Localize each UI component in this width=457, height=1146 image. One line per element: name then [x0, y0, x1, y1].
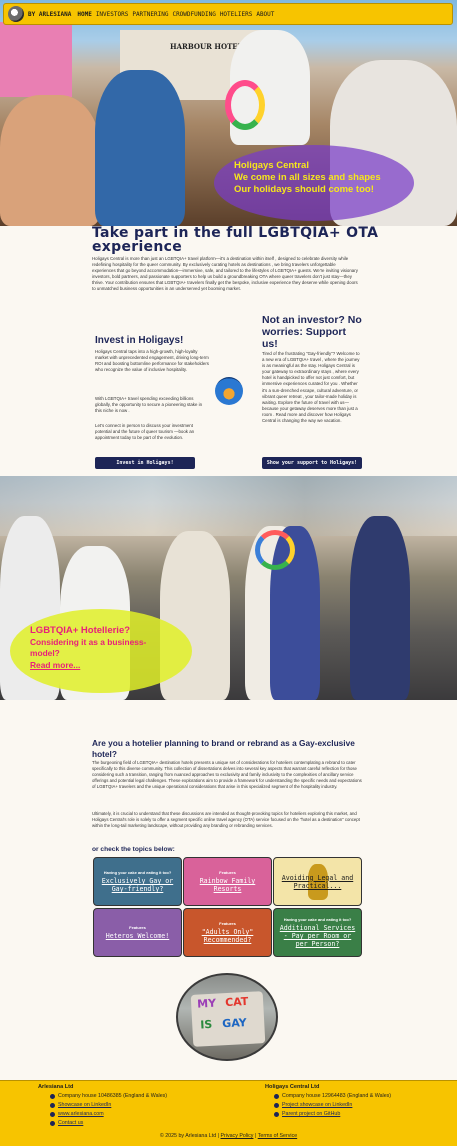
nav-item-crowdfunding[interactable]: CROWDFUNDING	[172, 11, 215, 18]
footer-github-link[interactable]: Parent project on GitHub	[274, 1111, 340, 1117]
hotelier-paragraph-1: The burgeoning field of LGBTQIA+ destina…	[92, 760, 362, 789]
topic-card-additional-services[interactable]: Having your cake and eating it too? Addi…	[273, 908, 362, 957]
topic-card-legal[interactable]: Avoiding Legal and Practical...	[273, 857, 362, 906]
sign-word: IS	[199, 1017, 213, 1032]
pink-banner	[0, 22, 72, 97]
card-title[interactable]: Additional Services - Pay per Room or pe…	[274, 924, 361, 948]
nav-item-hoteliers[interactable]: HOTELIERS	[220, 11, 253, 18]
footer-left-heading: Arlesiana Ltd	[38, 1084, 74, 1090]
support-heading: Not an investor? No worries: Support us!	[262, 314, 362, 350]
rainbow-wreath	[255, 530, 295, 570]
invest-paragraph-3: Let's connect in person to discuss your …	[95, 423, 195, 441]
support-paragraph: Tired of the frustrating "Gay-friendly"?…	[262, 351, 360, 424]
footer-right-heading: Holigays Central Ltd	[265, 1084, 320, 1090]
hotelier-callout-subtitle: Considering it as a business-model?	[30, 637, 147, 658]
copyright-bar: © 2025 by Arlesiana Ltd | Privacy Policy…	[0, 1133, 457, 1139]
mail-icon	[50, 1120, 55, 1126]
footer-linkedin-link[interactable]: Showcase on LinkedIn	[50, 1102, 111, 1108]
company-icon	[274, 1093, 279, 1099]
hotel-sign: HARBOUR HOTEL	[170, 42, 243, 51]
hotelier-heading: Are you a hotelier planning to brand or …	[92, 738, 355, 759]
footer-company-number: Company house 10486385 (England & Wales)	[50, 1093, 167, 1099]
hotelier-callout-title: LGBTQIA+ Hotellerie?	[30, 625, 131, 636]
card-label: Having your cake and eating it too?	[103, 870, 172, 875]
topic-card-exclusive[interactable]: Having your cake and eating it too? Excl…	[93, 857, 182, 906]
sign-word: CAT	[224, 994, 249, 1010]
card-title[interactable]: Heteros Welcome!	[102, 932, 174, 940]
card-label: Having your cake and eating it too?	[283, 917, 352, 922]
linkedin-icon	[274, 1102, 279, 1108]
card-title[interactable]: "Adults Only" Recommended?	[184, 928, 271, 944]
invest-paragraph-1: Holigays Central taps into a high-growth…	[95, 349, 209, 373]
github-icon	[274, 1111, 279, 1117]
brand-logo-icon[interactable]	[8, 6, 24, 22]
company-icon	[50, 1093, 55, 1099]
rainbow-lei	[225, 80, 265, 130]
footer-contact-link[interactable]: Contact us	[50, 1120, 83, 1126]
intro-paragraph: Holigays Central is more than just an LG…	[92, 256, 358, 292]
cat-sign-photo: MY CAT IS GAY	[176, 973, 278, 1061]
brand-name[interactable]: BY ARLESIANA	[28, 11, 71, 18]
topic-card-adults-only[interactable]: Features "Adults Only" Recommended?	[183, 908, 272, 957]
footer-project-linkedin-link[interactable]: Project showcase on LinkedIn	[274, 1102, 352, 1108]
card-title[interactable]: Rainbow Family Resorts	[184, 877, 271, 893]
linkedin-icon	[50, 1102, 55, 1108]
nav-item-home[interactable]: HOME	[77, 11, 91, 18]
card-title[interactable]: Avoiding Legal and Practical...	[274, 874, 361, 890]
nav-item-about[interactable]: ABOUT	[256, 11, 274, 18]
card-label: Features	[219, 921, 236, 926]
topic-card-heteros[interactable]: Features Heteros Welcome!	[93, 908, 182, 957]
globe-icon	[50, 1111, 55, 1117]
footer-company-number-2: Company house 12964483 (England & Wales)	[274, 1093, 391, 1099]
nav-item-investors[interactable]: INVESTORS	[96, 11, 129, 18]
invest-heading: Invest in Holigays!	[95, 335, 184, 346]
hero-line-2: We come in all sizes and shapes	[234, 172, 381, 183]
sign-word: GAY	[221, 1016, 248, 1031]
read-more-link[interactable]: Read more...	[30, 660, 80, 670]
card-label: Features	[129, 925, 146, 930]
nav-item-partnering[interactable]: PARTNERING	[132, 11, 168, 18]
hero-caption-bubble	[214, 145, 414, 221]
protest-sign: MY CAT IS GAY	[190, 991, 266, 1047]
card-title[interactable]: Exclusively Gay or Gay-friendly?	[94, 877, 181, 893]
card-label: Features	[219, 870, 236, 875]
globe-icon	[215, 377, 243, 405]
hero-line-3: Our holidays should come too!	[234, 184, 374, 195]
person-shape	[95, 70, 185, 226]
invest-button[interactable]: Invest in Holigays!	[95, 457, 195, 469]
sign-word: MY	[196, 996, 217, 1011]
invest-paragraph-2: With LGBTQIA+ travel spending exceeding …	[95, 396, 203, 414]
privacy-link[interactable]: Privacy Policy	[220, 1133, 253, 1139]
person-shape	[0, 95, 100, 226]
hero-banner: HARBOUR HOTEL Holigays Central We come i…	[0, 0, 457, 226]
footer-separator: |	[254, 1133, 257, 1139]
hero-line-1: Holigays Central	[234, 160, 309, 171]
page-title: Take part in the full LGBTQIA+ OTA exper…	[92, 225, 379, 255]
person-shape	[350, 516, 410, 700]
terms-link[interactable]: Terms of Service	[258, 1133, 297, 1139]
top-nav: BY ARLESIANA HOME INVESTORS PARTNERING C…	[3, 3, 453, 25]
copyright-text: © 2025 by Arlesiana Ltd |	[159, 1133, 219, 1139]
topic-card-rainbow-family[interactable]: Features Rainbow Family Resorts	[183, 857, 272, 906]
support-button[interactable]: Show your support to Holigays!	[262, 457, 362, 469]
topics-label: or check the topics below:	[92, 846, 175, 853]
footer-website-link[interactable]: www.arlesiana.com	[50, 1111, 104, 1117]
hotelier-paragraph-2: Ultimately, it is crucial to understand …	[92, 811, 360, 828]
